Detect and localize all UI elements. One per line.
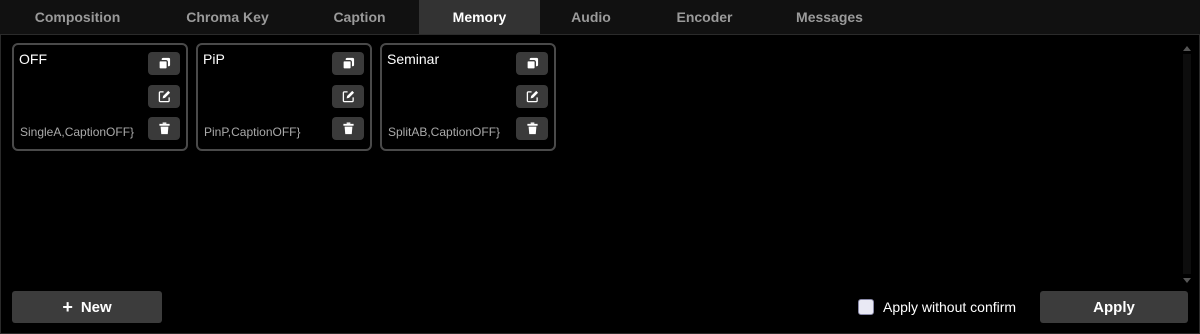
edit-icon bbox=[526, 90, 538, 103]
tab-bar: Composition Chroma Key Caption Memory Au… bbox=[0, 0, 1200, 35]
edit-button[interactable] bbox=[516, 85, 548, 108]
trash-icon bbox=[158, 122, 170, 135]
edit-icon bbox=[158, 90, 170, 103]
memory-card-seminar[interactable]: Seminar SplitAB,CaptionOFF} bbox=[380, 43, 556, 151]
memory-card-title: Seminar bbox=[387, 51, 440, 67]
memory-card-title: OFF bbox=[19, 51, 47, 67]
apply-button[interactable]: Apply bbox=[1040, 291, 1188, 323]
vertical-scrollbar[interactable] bbox=[1182, 44, 1192, 284]
trash-icon bbox=[526, 122, 538, 135]
tab-encoder[interactable]: Encoder bbox=[642, 0, 767, 34]
scroll-up-arrow-icon[interactable] bbox=[1182, 44, 1192, 52]
memory-card-pip[interactable]: PiP PinP,CaptionOFF} bbox=[196, 43, 372, 151]
memory-panel: OFF SingleA,CaptionOFF} PiP PinP,Caption… bbox=[0, 35, 1200, 287]
edit-icon bbox=[342, 90, 354, 103]
tab-caption[interactable]: Caption bbox=[300, 0, 419, 34]
memory-card-description: PinP,CaptionOFF} bbox=[204, 125, 301, 139]
copy-icon bbox=[157, 57, 170, 70]
tab-composition[interactable]: Composition bbox=[0, 0, 155, 34]
memory-card-title: PiP bbox=[203, 51, 225, 67]
apply-without-confirm-checkbox[interactable] bbox=[858, 299, 874, 315]
delete-button[interactable] bbox=[148, 117, 180, 140]
copy-icon bbox=[341, 57, 354, 70]
tab-audio[interactable]: Audio bbox=[540, 0, 642, 34]
edit-button[interactable] bbox=[148, 85, 180, 108]
memory-card-off[interactable]: OFF SingleA,CaptionOFF} bbox=[12, 43, 188, 151]
delete-button[interactable] bbox=[332, 117, 364, 140]
memory-card-description: SingleA,CaptionOFF} bbox=[20, 125, 135, 139]
apply-without-confirm-label: Apply without confirm bbox=[883, 299, 1017, 315]
tab-memory[interactable]: Memory bbox=[419, 0, 540, 34]
copy-icon bbox=[525, 57, 538, 70]
tab-chroma-key[interactable]: Chroma Key bbox=[155, 0, 300, 34]
plus-icon: + bbox=[62, 297, 73, 317]
scroll-down-arrow-icon[interactable] bbox=[1182, 276, 1192, 284]
copy-button[interactable] bbox=[148, 52, 180, 75]
trash-icon bbox=[342, 122, 354, 135]
new-button-label: New bbox=[80, 298, 112, 316]
scroll-track[interactable] bbox=[1183, 54, 1191, 274]
apply-without-confirm-toggle[interactable]: Apply without confirm bbox=[858, 297, 1016, 317]
new-memory-button[interactable]: + New bbox=[12, 291, 162, 323]
delete-button[interactable] bbox=[516, 117, 548, 140]
memory-card-description: SplitAB,CaptionOFF} bbox=[388, 125, 501, 139]
copy-button[interactable] bbox=[332, 52, 364, 75]
edit-button[interactable] bbox=[332, 85, 364, 108]
tab-messages[interactable]: Messages bbox=[767, 0, 892, 34]
copy-button[interactable] bbox=[516, 52, 548, 75]
